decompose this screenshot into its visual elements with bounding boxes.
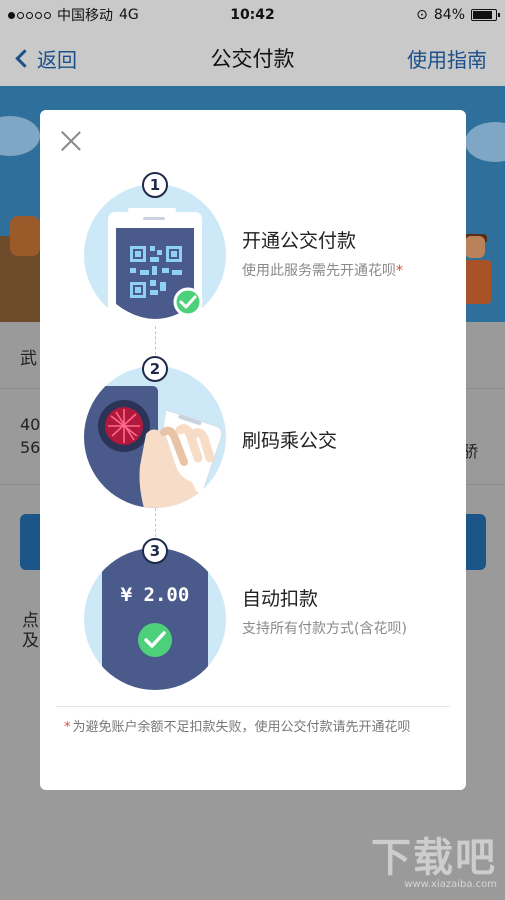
- step1-title: 开通公交付款: [242, 230, 357, 252]
- nav-bar: 返回 公交付款 使用指南: [0, 30, 505, 86]
- step1-desc-text: 使用此服务需先开通花呗: [242, 263, 396, 279]
- step1-desc: 使用此服务需先开通花呗*: [242, 260, 403, 280]
- footnote: * 为避免账户余额不足扣款失败，使用公交付款请先开通花呗: [64, 718, 454, 738]
- step2-illustration: [84, 366, 226, 508]
- carrier-label: 中国移动: [57, 8, 113, 24]
- qr-phone-icon: [84, 184, 226, 326]
- required-mark: *: [64, 720, 71, 735]
- bg-para-char2: 及: [22, 631, 39, 651]
- person-head: [465, 236, 485, 258]
- step3-desc: 支持所有付款方式(含花呗): [242, 621, 407, 637]
- cloud-icon: [465, 122, 505, 162]
- status-bar: 中国移动 4G 10:42 ⊙ 84%: [0, 0, 505, 30]
- modal-divider: [56, 706, 450, 707]
- step2-title: 刷码乘公交: [242, 430, 338, 452]
- auto-debit-icon: [84, 548, 226, 690]
- battery-icon: [471, 9, 500, 21]
- bg-city: 武: [20, 349, 37, 369]
- network-label: 4G: [119, 7, 139, 23]
- watermark: 下载吧 www.xiazaiba.com: [371, 825, 497, 890]
- payment-guide-modal: 1 开通公交付款 使用此服务需先开通花呗* 2 刷码乘公交 ¥ 2.00 3 自…: [40, 110, 466, 790]
- step3-title: 自动扣款: [242, 588, 319, 610]
- guide-link[interactable]: 使用指南: [407, 44, 487, 73]
- status-right: ⊙ 84%: [416, 7, 500, 23]
- cloud-icon: [0, 116, 40, 156]
- battery-percent: 84%: [433, 7, 465, 23]
- bg-line1: 40: [20, 415, 41, 434]
- step3-number: 3: [142, 538, 168, 564]
- step1-number: 1: [142, 172, 168, 198]
- step2-number: 2: [142, 356, 168, 382]
- step3-illustration: ¥ 2.00: [84, 548, 226, 690]
- footnote-text: 为避免账户余额不足扣款失败，使用公交付款请先开通花呗: [72, 720, 411, 735]
- close-button[interactable]: [58, 128, 84, 154]
- watermark-brand: 下载吧: [371, 835, 497, 881]
- bg-line2: 56: [20, 438, 41, 457]
- signal-icon: [8, 11, 51, 19]
- amount-label: ¥ 2.00: [120, 584, 190, 606]
- step-connector: [155, 326, 156, 360]
- required-mark: *: [396, 263, 403, 279]
- banner-figure-left-head: [10, 216, 40, 256]
- rotation-lock-icon: ⊙: [416, 7, 428, 23]
- step-connector: [155, 508, 156, 542]
- scan-hand-icon: [84, 366, 226, 508]
- status-left: 中国移动 4G: [8, 5, 139, 25]
- step1-illustration: [84, 184, 226, 326]
